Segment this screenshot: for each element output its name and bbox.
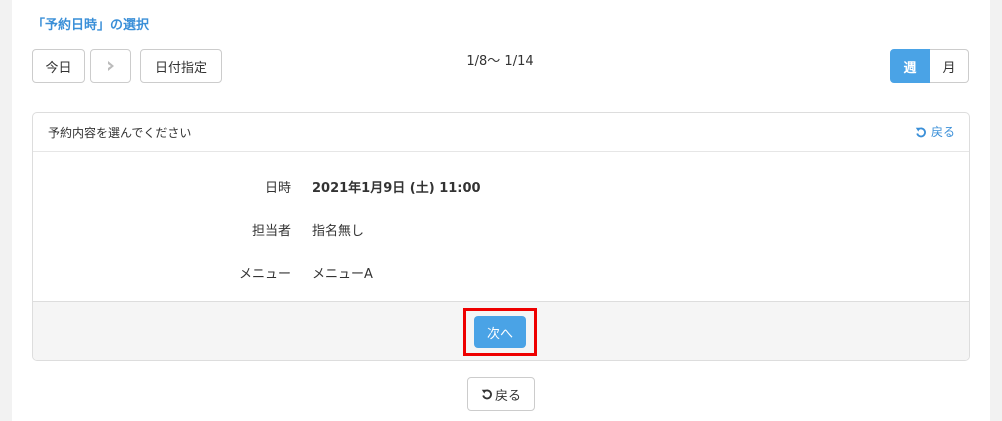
detail-row-menu: メニュー メニューA [33, 263, 969, 283]
next-button[interactable]: 次へ [474, 316, 526, 348]
back-button[interactable]: 戻る [467, 377, 535, 411]
detail-value: 指名無し [312, 224, 365, 239]
booking-summary-card: 予約内容を選んでください 戻る 日時 2021年1月9日 (土) 11:00 担… [32, 112, 970, 361]
month-view-button[interactable]: 月 [930, 49, 969, 83]
detail-row-staff: 担当者 指名無し [33, 220, 969, 240]
detail-value: メニューA [312, 267, 373, 282]
back-button-label: 戻る [494, 388, 521, 404]
view-toggle: 週 月 [890, 49, 969, 83]
week-view-button[interactable]: 週 [890, 49, 930, 83]
chevron-right-icon [106, 60, 116, 72]
card-back-link-label: 戻る [930, 125, 955, 139]
detail-row-datetime: 日時 2021年1月9日 (土) 11:00 [33, 177, 969, 197]
next-week-button[interactable] [90, 49, 131, 83]
today-button[interactable]: 今日 [32, 49, 85, 83]
detail-label: メニュー [238, 267, 291, 282]
detail-label: 日時 [264, 181, 291, 196]
detail-label: 担当者 [251, 224, 291, 239]
undo-icon [915, 126, 927, 138]
card-back-link[interactable]: 戻る [915, 123, 955, 140]
card-footer: 次へ [33, 301, 969, 360]
date-range-label: 1/8〜 1/14 [466, 54, 534, 69]
undo-icon [481, 388, 493, 400]
card-header: 予約内容を選んでください 戻る [33, 113, 969, 152]
section-title: 「予約日時」の選択 [32, 18, 150, 33]
date-picker-button[interactable]: 日付指定 [140, 49, 222, 83]
card-header-title: 予約内容を選んでください [48, 126, 192, 140]
detail-value: 2021年1月9日 (土) 11:00 [312, 181, 481, 196]
